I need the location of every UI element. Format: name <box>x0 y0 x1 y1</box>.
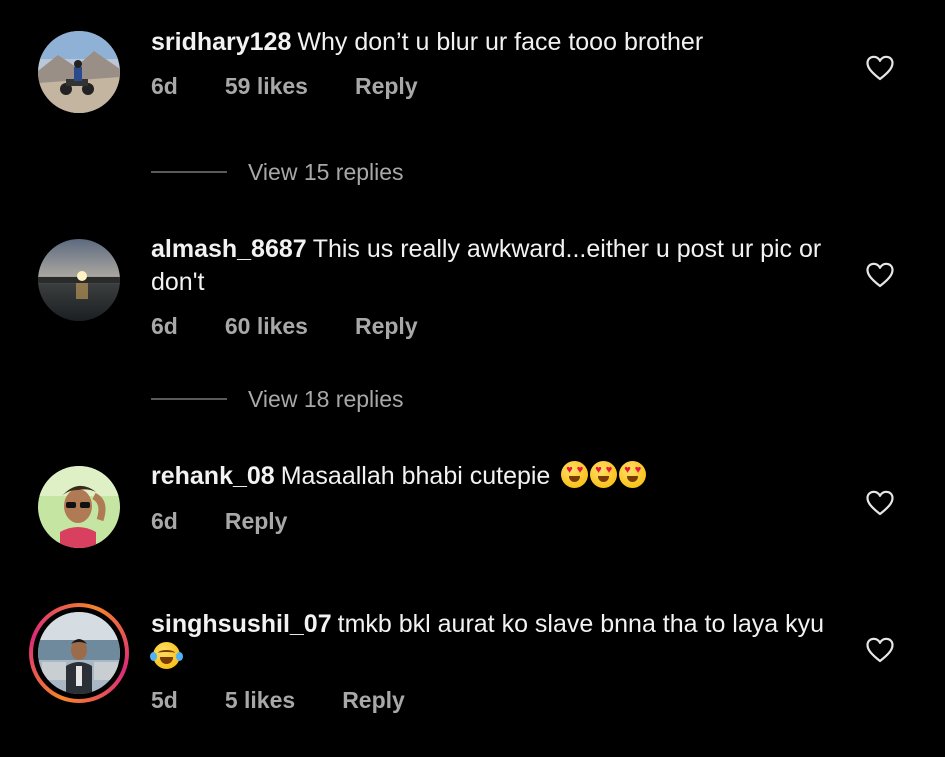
comment-username[interactable]: rehank_08 <box>151 462 275 490</box>
comment-time: 6d <box>151 72 178 99</box>
motorcycle-rider-photo <box>38 31 120 113</box>
reply-button[interactable]: Reply <box>355 73 418 100</box>
story-ring-avatar[interactable] <box>29 603 129 703</box>
comment-username[interactable]: singhsushil_07 <box>151 610 332 638</box>
likes-count[interactable]: 60 likes <box>225 313 308 340</box>
view-replies-button[interactable]: View 15 replies <box>151 157 404 187</box>
divider-line <box>151 398 227 400</box>
man-standing-photo <box>38 612 120 694</box>
sunset-lake-photo <box>38 239 120 321</box>
comment-meta: 6d 60 likes Reply <box>151 311 465 341</box>
view-replies-label: View 18 replies <box>248 385 404 412</box>
reply-button[interactable]: Reply <box>355 313 418 340</box>
heart-eyes-emoji <box>590 461 618 488</box>
comment-time: 5d <box>151 686 178 713</box>
view-replies-label: View 15 replies <box>248 158 404 185</box>
heart-eyes-emoji <box>619 461 647 488</box>
comment-body: Masaallah bhabi cutepie <box>280 462 551 490</box>
avatar <box>38 612 120 694</box>
likes-count[interactable]: 59 likes <box>225 73 308 100</box>
avatar[interactable] <box>38 466 120 548</box>
comment-time: 6d <box>151 312 178 339</box>
avatar[interactable] <box>38 239 120 321</box>
heart-outline-icon[interactable] <box>866 490 894 516</box>
comment-text: almash_8687 This us really awkward...eith… <box>151 233 831 299</box>
divider-line <box>151 171 227 173</box>
comment-text: sridhary128 Why don’t u blur ur face tooo… <box>151 26 831 59</box>
face-with-tears-of-joy-emoji <box>150 642 183 669</box>
comment-meta: 5d 5 likes Reply <box>151 685 452 715</box>
heart-outline-icon[interactable] <box>866 55 894 81</box>
comment-username[interactable]: almash_8687 <box>151 235 307 263</box>
heart-outline-icon[interactable] <box>866 262 894 288</box>
likes-count[interactable]: 5 likes <box>225 687 295 714</box>
comment-text: singhsushil_07 tmkb bkl aurat ko slave bn… <box>150 608 831 674</box>
comment-text: rehank_08 Masaallah bhabi cutepie <box>151 460 831 493</box>
comment-username[interactable]: sridhary128 <box>151 28 291 56</box>
reply-button[interactable]: Reply <box>342 687 405 714</box>
comment-body: tmkb bkl aurat ko slave bnna tha to laya… <box>337 610 825 638</box>
heart-eyes-emoji <box>561 461 589 488</box>
comment-body: Why don’t u blur ur face tooo brother <box>297 28 704 56</box>
reply-button[interactable]: Reply <box>225 508 288 535</box>
avatar[interactable] <box>38 31 120 113</box>
comment-meta: 6d Reply <box>151 506 334 536</box>
comments-list: sridhary128 Why don’t u blur ur face tooo… <box>0 0 945 757</box>
view-replies-button[interactable]: View 18 replies <box>151 384 404 414</box>
man-sunglasses-photo <box>38 466 120 548</box>
comment-time: 6d <box>151 507 178 534</box>
comment-meta: 6d 59 likes Reply <box>151 71 465 101</box>
heart-outline-icon[interactable] <box>866 637 894 663</box>
